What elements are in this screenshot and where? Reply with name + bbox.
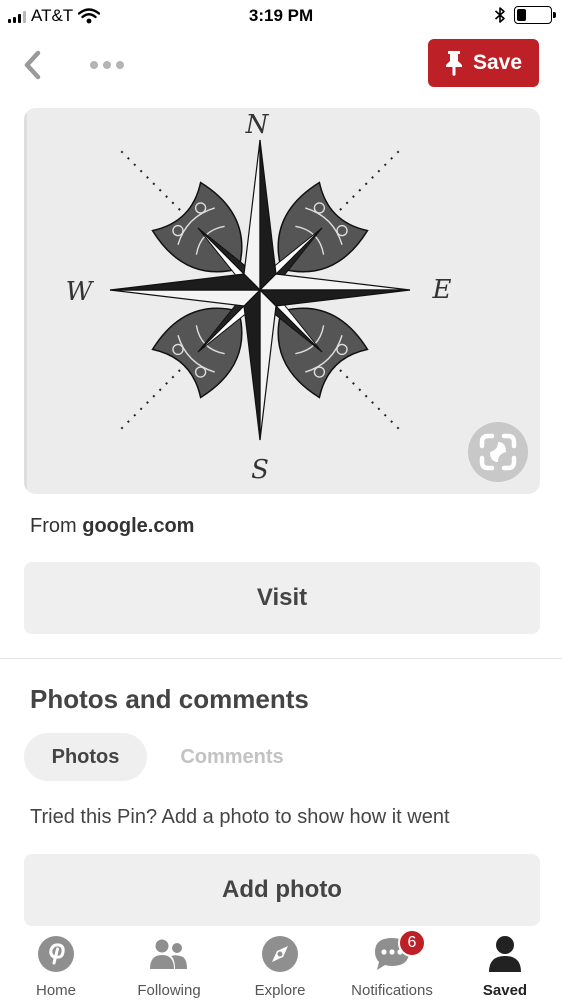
nav-label-home: Home (35, 982, 76, 999)
pin-image[interactable]: N E S W (24, 108, 540, 494)
bottom-tab-bar: Home Following Explore 6 Notifications S… (0, 928, 562, 1000)
compass-rose-illustration: N E S W (24, 108, 540, 494)
compass-icon (262, 936, 298, 972)
person-icon (489, 936, 521, 972)
section-divider (0, 658, 562, 659)
back-button[interactable] (18, 48, 48, 82)
bluetooth-icon (494, 7, 505, 23)
notification-badge: 6 (398, 929, 426, 957)
pushpin-icon (445, 51, 462, 76)
pin-source: From google.com (30, 515, 194, 538)
people-icon (150, 939, 187, 969)
nav-item-explore[interactable]: Explore (225, 934, 335, 1000)
visit-button[interactable]: Visit (24, 562, 540, 634)
compass-letter-e: E (432, 275, 452, 305)
nav-item-home[interactable]: Home (1, 934, 111, 1000)
photos-section-title: Photos and comments (30, 684, 309, 714)
compass-letter-w: W (66, 277, 95, 307)
nav-item-notifications[interactable]: 6 Notifications (337, 929, 447, 1000)
chevron-left-icon (24, 50, 41, 80)
clock: 3:19 PM (248, 6, 314, 25)
battery-icon (514, 6, 556, 24)
tab-photos[interactable]: Photos (24, 733, 147, 781)
visual-search-button[interactable] (468, 422, 528, 482)
nav-item-saved[interactable]: Saved (450, 934, 560, 1000)
nav-item-following[interactable]: Following (114, 934, 224, 1000)
pin-header: Save (0, 34, 562, 96)
nav-label-following: Following (137, 982, 201, 999)
save-button[interactable]: Save (428, 39, 539, 87)
compass-letter-n: N (245, 110, 270, 140)
pinterest-logo-icon (38, 936, 74, 972)
tab-comments[interactable]: Comments (160, 733, 304, 781)
more-options-button[interactable] (84, 48, 130, 82)
status-bar: AT&T 3:19 PM (0, 0, 562, 34)
add-photo-button[interactable]: Add photo (24, 854, 540, 926)
source-prefix: From (30, 515, 77, 537)
more-dots-icon (90, 61, 98, 69)
add-photo-prompt: Tried this Pin? Add a photo to show how … (30, 806, 450, 828)
compass-letter-s: S (251, 455, 269, 485)
nav-label-explore: Explore (254, 982, 306, 999)
visual-search-icon (479, 433, 517, 471)
source-domain[interactable]: google.com (82, 515, 194, 537)
save-button-label: Save (472, 51, 523, 74)
nav-label-saved: Saved (482, 982, 528, 999)
nav-label-notifications: Notifications (351, 982, 433, 999)
